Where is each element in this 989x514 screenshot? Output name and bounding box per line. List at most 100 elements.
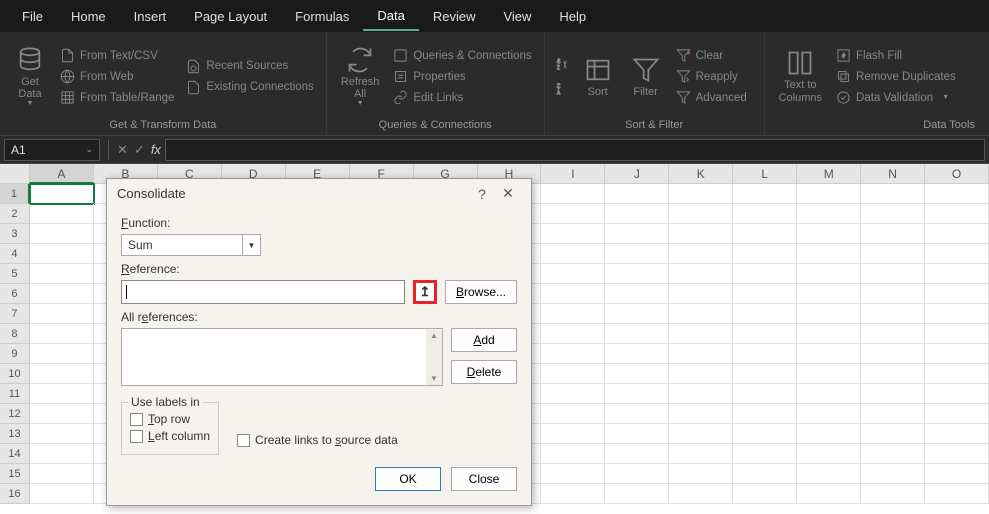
column-header[interactable]: I [541,164,605,184]
refresh-all-button[interactable]: Refresh All ▼ [335,36,386,117]
cell[interactable] [861,284,925,304]
row-header[interactable]: 5 [0,264,30,284]
cell[interactable] [605,484,669,504]
cell[interactable] [797,204,861,224]
cell[interactable] [30,284,94,304]
cell[interactable] [733,184,797,204]
cell[interactable] [797,384,861,404]
chevron-down-icon[interactable]: ⌄ [85,144,93,155]
browse-button[interactable]: Browse... [445,280,517,304]
cell[interactable] [669,264,733,284]
checkbox-icon[interactable] [130,413,143,426]
cell[interactable] [861,184,925,204]
select-all-corner[interactable] [0,164,30,184]
reapply-button[interactable]: Reapply [672,67,751,86]
menu-page-layout[interactable]: Page Layout [180,3,281,30]
cell[interactable] [925,464,989,484]
cell[interactable] [541,204,605,224]
cell[interactable] [797,464,861,484]
all-references-list[interactable]: ▲▼ [121,328,443,386]
cell[interactable] [669,344,733,364]
cell[interactable] [30,464,94,484]
cell[interactable] [605,424,669,444]
cell[interactable] [797,404,861,424]
cell[interactable] [925,324,989,344]
column-header[interactable]: N [861,164,925,184]
cell[interactable] [925,244,989,264]
cell[interactable] [797,244,861,264]
cell[interactable] [733,284,797,304]
menu-file[interactable]: File [8,3,57,30]
cell[interactable] [925,284,989,304]
cell[interactable] [925,344,989,364]
cell[interactable] [669,444,733,464]
row-header[interactable]: 11 [0,384,30,404]
close-button[interactable]: Close [451,467,517,491]
sort-desc-button[interactable]: ZA [553,80,572,99]
checkbox-icon[interactable] [130,430,143,443]
cell[interactable] [669,424,733,444]
column-header[interactable]: M [797,164,861,184]
add-button[interactable]: Add [451,328,517,352]
cell[interactable] [541,284,605,304]
cell[interactable] [541,444,605,464]
cell[interactable] [733,384,797,404]
row-header[interactable]: 10 [0,364,30,384]
remove-duplicates-button[interactable]: Remove Duplicates [832,67,960,86]
column-header[interactable]: K [669,164,733,184]
name-box[interactable]: A1 ⌄ [4,139,100,161]
from-text-csv-button[interactable]: From Text/CSV [56,46,178,65]
cell[interactable] [30,304,94,324]
edit-links-button[interactable]: Edit Links [389,88,535,107]
formula-input[interactable] [165,139,985,161]
cell[interactable] [541,344,605,364]
cell[interactable] [733,404,797,424]
cell[interactable] [861,404,925,424]
cell[interactable] [925,304,989,324]
help-button[interactable]: ? [469,186,495,202]
cell[interactable] [925,444,989,464]
cell[interactable] [733,244,797,264]
cell[interactable] [605,384,669,404]
cell[interactable] [605,344,669,364]
row-header[interactable]: 15 [0,464,30,484]
cell[interactable] [30,224,94,244]
cell[interactable] [669,224,733,244]
cell[interactable] [541,304,605,324]
cell[interactable] [925,384,989,404]
accept-formula-icon[interactable]: ✓ [134,142,145,158]
cell[interactable] [797,304,861,324]
row-header[interactable]: 8 [0,324,30,344]
cell[interactable] [669,484,733,504]
left-column-checkbox-row[interactable]: Left column [130,429,210,443]
row-header[interactable]: 1 [0,184,30,204]
cell[interactable] [733,424,797,444]
cell[interactable] [669,204,733,224]
cell[interactable] [797,264,861,284]
checkbox-icon[interactable] [237,434,250,447]
cell[interactable] [541,364,605,384]
dialog-titlebar[interactable]: Consolidate ? ✕ [107,179,531,208]
cell[interactable] [30,184,94,204]
cell[interactable] [861,204,925,224]
cell[interactable] [797,224,861,244]
row-header[interactable]: 16 [0,484,30,504]
function-select[interactable]: Sum ▼ [121,234,261,256]
row-header[interactable]: 6 [0,284,30,304]
cell[interactable] [30,244,94,264]
cell[interactable] [669,184,733,204]
from-web-button[interactable]: From Web [56,67,178,86]
menu-help[interactable]: Help [545,3,600,30]
advanced-filter-button[interactable]: Advanced [672,88,751,107]
cell[interactable] [30,404,94,424]
cell[interactable] [861,444,925,464]
menu-view[interactable]: View [489,3,545,30]
cell[interactable] [605,244,669,264]
cell[interactable] [861,304,925,324]
cell[interactable] [669,304,733,324]
cell[interactable] [30,324,94,344]
cell[interactable] [605,304,669,324]
cell[interactable] [605,464,669,484]
cell[interactable] [861,324,925,344]
cell[interactable] [733,484,797,504]
